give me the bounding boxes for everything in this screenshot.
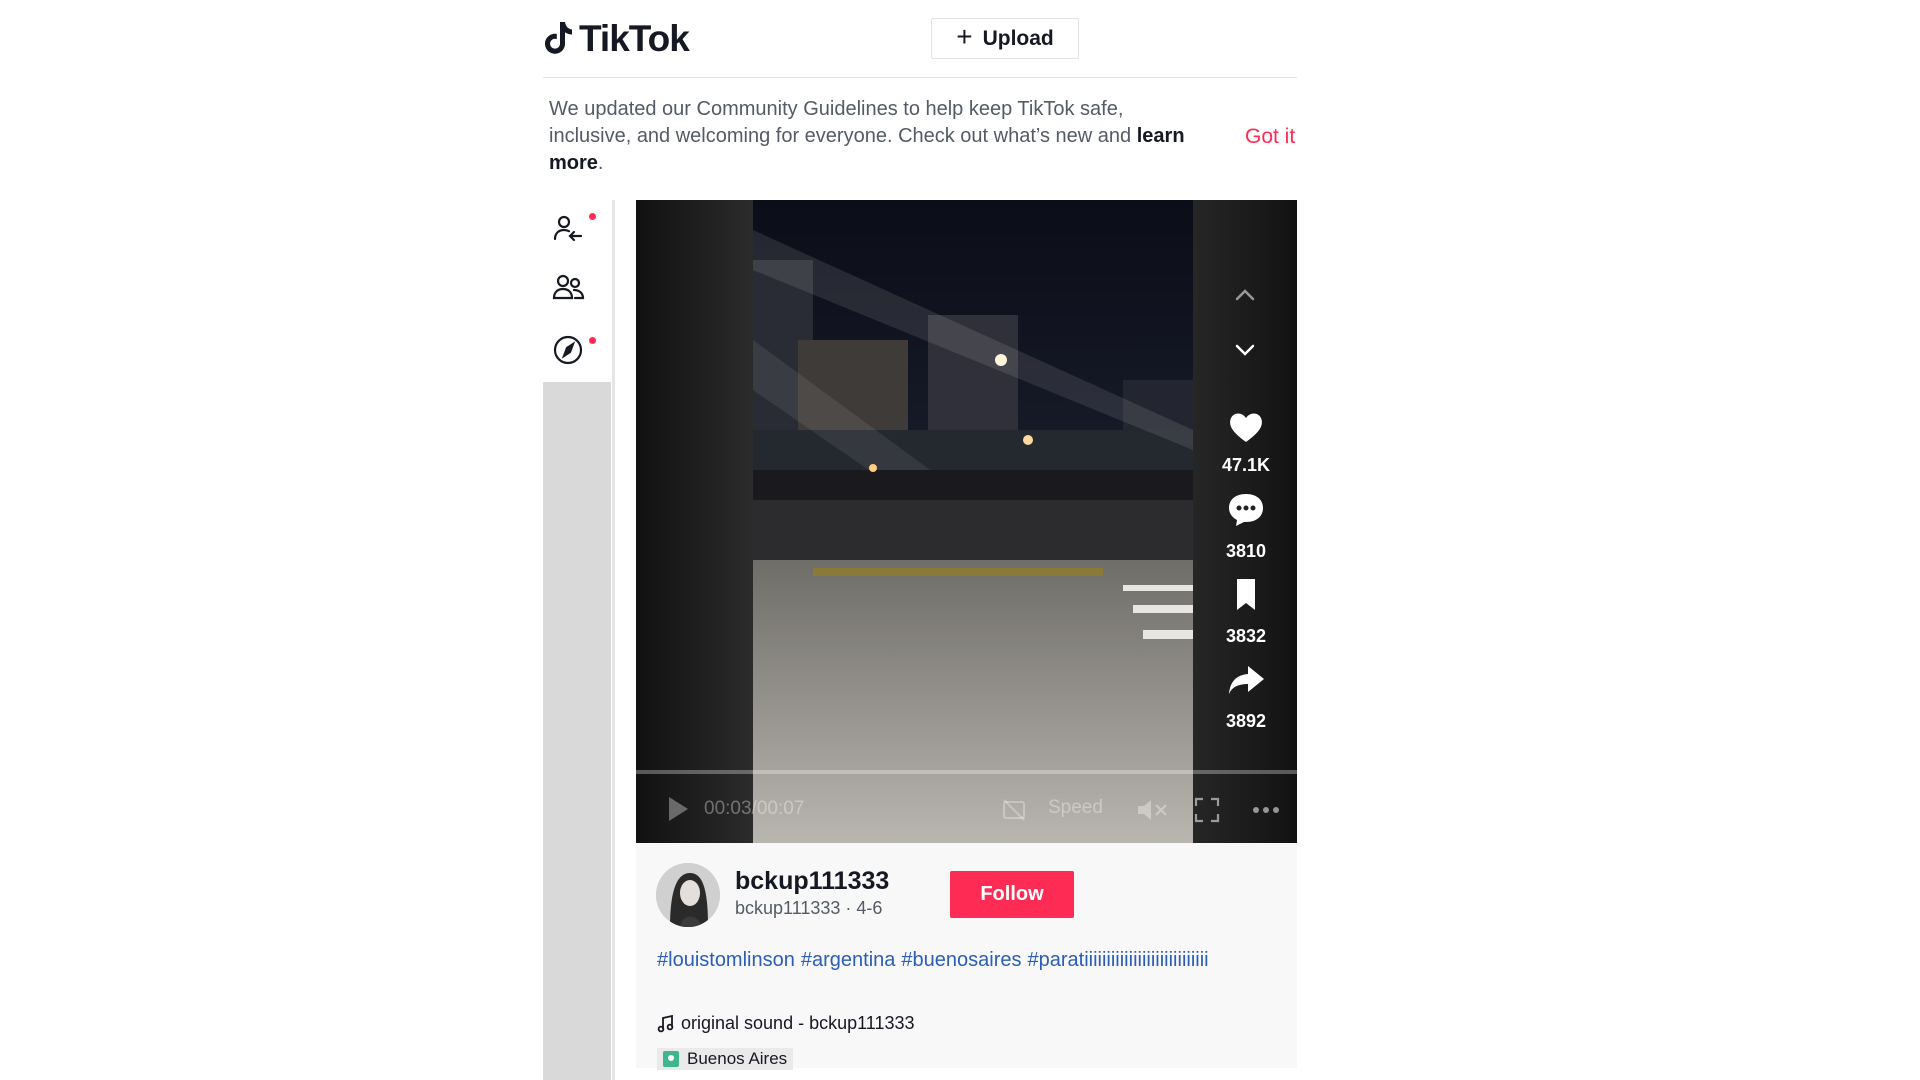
sound-label: original sound - bckup111333 bbox=[681, 1013, 915, 1033]
bookmark-icon[interactable] bbox=[1226, 575, 1266, 615]
banner-period: . bbox=[597, 152, 604, 174]
guidelines-banner: We updated our Community Guidelines to h… bbox=[549, 96, 1209, 177]
save-count: 3832 bbox=[1225, 626, 1267, 646]
follow-user-icon[interactable] bbox=[551, 212, 587, 248]
hashtag-link[interactable]: #paratiiiiiiiiiiiiiiiiiiiiiiiiiiii bbox=[1027, 949, 1208, 971]
play-icon[interactable] bbox=[666, 795, 690, 823]
fullscreen-icon[interactable] bbox=[1194, 797, 1220, 823]
avatar-image bbox=[656, 863, 720, 927]
more-options-icon[interactable] bbox=[1252, 806, 1280, 814]
video-progress-bar[interactable] bbox=[636, 770, 1297, 774]
location-tag[interactable]: Buenos Aires bbox=[657, 1048, 794, 1070]
post-info-panel: bckup111333 bckup111333 · 4-6 Follow #lo… bbox=[636, 843, 1297, 1070]
speed-button[interactable]: Speed bbox=[1048, 797, 1103, 819]
handle-date: bckup111333 · 4-6 bbox=[735, 898, 883, 918]
got-it-button[interactable]: Got it bbox=[1245, 125, 1295, 149]
heart-icon[interactable] bbox=[1226, 407, 1266, 447]
video-time: 00:03/00:07 bbox=[704, 798, 805, 819]
hashtag-link[interactable]: #louistomlinson bbox=[657, 949, 795, 971]
location-pin-icon bbox=[663, 1051, 679, 1067]
like-count: 47.1K bbox=[1221, 455, 1271, 475]
tiktok-logo[interactable]: TikTok bbox=[543, 18, 690, 60]
hashtag-link[interactable]: #argentina bbox=[801, 949, 896, 971]
share-count: 3892 bbox=[1225, 711, 1267, 731]
plus-icon: + bbox=[956, 21, 973, 52]
sidebar-divider bbox=[612, 200, 615, 1080]
comment-count: 3810 bbox=[1225, 541, 1267, 561]
music-note-icon bbox=[657, 1014, 674, 1032]
friends-icon[interactable] bbox=[551, 270, 587, 306]
tiktok-note-icon bbox=[545, 22, 572, 54]
comment-icon[interactable] bbox=[1226, 490, 1266, 530]
location-label: Buenos Aires bbox=[687, 1049, 788, 1068]
header-divider bbox=[543, 77, 1297, 78]
previous-video-icon[interactable] bbox=[1233, 285, 1257, 305]
video-player[interactable]: 47.1K 3810 3832 3892 00:03/00:07 Speed bbox=[636, 200, 1297, 843]
hashtag-list: #louistomlinson #argentina #buenosaires #pa… bbox=[657, 947, 1209, 973]
notification-dot bbox=[589, 337, 596, 344]
pip-off-icon[interactable] bbox=[1001, 797, 1027, 823]
night-street-scene bbox=[753, 200, 1193, 843]
username[interactable]: bckup111333 bbox=[735, 867, 889, 896]
banner-text: We updated our Community Guidelines to h… bbox=[549, 98, 1137, 147]
upload-label: Upload bbox=[982, 26, 1054, 50]
video-frame[interactable] bbox=[753, 200, 1193, 843]
hashtag-link[interactable]: #buenosaires bbox=[901, 949, 1021, 971]
next-video-icon[interactable] bbox=[1233, 340, 1257, 360]
sidebar-scrollbar[interactable] bbox=[543, 382, 611, 1080]
video-letterbox-left bbox=[636, 200, 753, 843]
upload-button[interactable]: + Upload bbox=[931, 18, 1079, 59]
notification-dot bbox=[589, 213, 596, 220]
follow-button[interactable]: Follow bbox=[950, 871, 1074, 918]
avatar[interactable] bbox=[656, 863, 720, 927]
sound-link[interactable]: original sound - bckup111333 bbox=[657, 1013, 915, 1034]
explore-compass-icon[interactable] bbox=[551, 332, 587, 368]
logo-wordmark: TikTok bbox=[579, 18, 690, 59]
mute-icon[interactable] bbox=[1136, 797, 1168, 823]
share-icon[interactable] bbox=[1226, 660, 1266, 700]
